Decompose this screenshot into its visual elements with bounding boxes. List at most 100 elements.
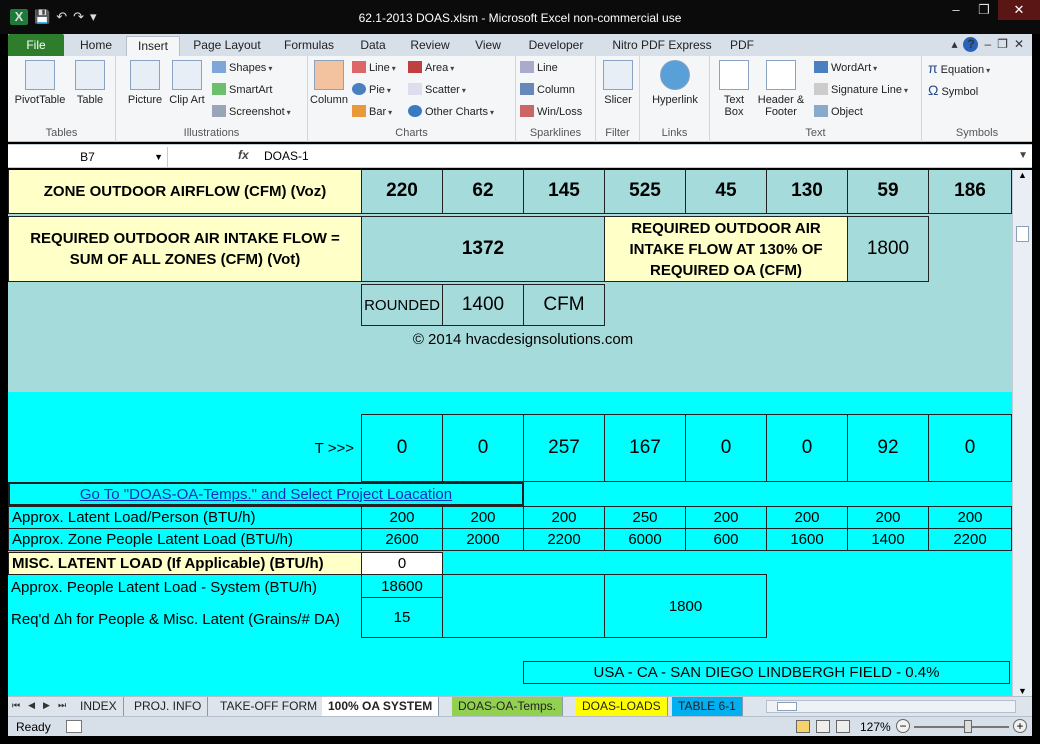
normal-view-icon[interactable] [796, 720, 810, 733]
workbook-close-icon[interactable]: ✕ [1014, 37, 1024, 52]
zone-oa-value-8[interactable]: 186 [928, 170, 1012, 214]
zone-oa-value-3[interactable]: 145 [523, 170, 605, 214]
formula-input[interactable]: DOAS-1 [264, 149, 309, 163]
pie-chart-button[interactable]: Pie ▾ [352, 80, 391, 100]
fx-icon[interactable]: fx [238, 148, 249, 162]
signature-line-button[interactable]: Signature Line ▾ [814, 80, 908, 100]
empty-box[interactable] [442, 574, 605, 638]
area-chart-button[interactable]: Area ▾ [408, 58, 454, 78]
rounded-label[interactable]: ROUNDED [361, 284, 443, 326]
t-value-6[interactable]: 0 [766, 414, 848, 482]
sheet-tab-doas-oa-temps[interactable]: DOAS-OA-Temps. [452, 697, 564, 716]
zone-people-label[interactable]: Approx. Zone People Latent Load (BTU/h) [8, 528, 362, 551]
zone-oa-value-4[interactable]: 525 [604, 170, 686, 214]
people-system-value[interactable]: 18600 [361, 574, 443, 598]
scatter-chart-button[interactable]: Scatter ▾ [408, 80, 466, 100]
zone-oa-value-1[interactable]: 220 [361, 170, 443, 214]
column-chart-button[interactable]: Column [308, 60, 350, 106]
right-box-value[interactable]: 1800 [604, 574, 767, 638]
smartart-button[interactable]: SmartArt [212, 80, 272, 100]
t-value-7[interactable]: 92 [847, 414, 929, 482]
name-box-dropdown-icon[interactable]: ▼ [154, 147, 163, 167]
scroll-down-icon[interactable]: ▼ [1018, 686, 1027, 696]
t-label[interactable]: T >>> [8, 414, 358, 482]
t-value-4[interactable]: 167 [604, 414, 686, 482]
zone-people-value-7[interactable]: 1400 [847, 528, 929, 551]
symbol-button[interactable]: Ω Symbol [928, 80, 978, 100]
zoom-out-icon[interactable]: − [896, 719, 910, 733]
scroll-up-icon[interactable]: ▲ [1018, 170, 1027, 180]
zone-oa-value-6[interactable]: 130 [766, 170, 848, 214]
required-oa-130-value[interactable]: 1800 [847, 216, 929, 282]
zoom-in-icon[interactable]: + [1013, 719, 1027, 733]
bar-chart-button[interactable]: Bar ▾ [352, 102, 392, 122]
page-break-view-icon[interactable] [836, 720, 850, 733]
tab-insert[interactable]: Insert [126, 36, 180, 56]
zoom-level[interactable]: 127% [860, 720, 891, 734]
zone-people-value-2[interactable]: 2000 [442, 528, 524, 551]
next-sheet-icon[interactable]: ▶ [43, 700, 50, 711]
macro-record-icon[interactable] [66, 720, 82, 733]
last-sheet-icon[interactable]: ⏭ [58, 700, 66, 711]
vertical-scrollbar[interactable]: ▲ ▼ [1012, 170, 1032, 696]
slicer-button[interactable]: Slicer [598, 60, 638, 106]
zone-oa-value-2[interactable]: 62 [442, 170, 524, 214]
sheet-tab-table-6-1[interactable]: TABLE 6-1 [672, 697, 743, 716]
help-icon[interactable]: ? [963, 37, 979, 52]
latent-person-value-6[interactable]: 200 [766, 506, 848, 529]
sparkline-column-button[interactable]: Column [520, 80, 575, 100]
misc-latent-input[interactable]: 0 [361, 552, 443, 575]
sheet-tab-index[interactable]: INDEX [74, 697, 124, 716]
misc-latent-label[interactable]: MISC. LATENT LOAD (If Applicable) (BTU/h… [8, 552, 362, 575]
worksheet[interactable]: ZONE OUTDOOR AIRFLOW (CFM) (Voz) 220 62 … [8, 170, 1012, 696]
tab-data[interactable]: Data [352, 36, 394, 56]
latent-person-value-4[interactable]: 250 [604, 506, 686, 529]
sparkline-line-button[interactable]: Line [520, 58, 558, 78]
reqd-dh-value[interactable]: 15 [361, 597, 443, 638]
sheet-tab-proj-info[interactable]: PROJ. INFO [128, 697, 209, 716]
t-value-3[interactable]: 257 [523, 414, 605, 482]
minimize-ribbon-icon[interactable]: ▴ [951, 37, 957, 52]
restore-icon[interactable]: ❐ [970, 0, 998, 20]
tab-review[interactable]: Review [404, 36, 456, 56]
horizontal-scrollbar[interactable] [766, 700, 1016, 713]
goto-doas-oa-temps-link[interactable]: Go To "DOAS-OA-Temps." and Select Projec… [8, 482, 524, 506]
t-value-5[interactable]: 0 [685, 414, 767, 482]
zone-people-value-5[interactable]: 600 [685, 528, 767, 551]
tab-page-layout[interactable]: Page Layout [188, 36, 266, 56]
wordart-button[interactable]: WordArt ▾ [814, 58, 877, 78]
zone-oa-value-5[interactable]: 45 [685, 170, 767, 214]
location-text[interactable]: USA - CA - SAN DIEGO LINDBERGH FIELD - 0… [523, 661, 1010, 684]
prev-sheet-icon[interactable]: ◀ [28, 700, 35, 711]
reqd-dh-label[interactable]: Req'd Δh for People & Misc. Latent (Grai… [8, 600, 362, 638]
required-oa-value[interactable]: 1372 [361, 216, 605, 282]
tab-pdf[interactable]: PDF [722, 36, 762, 56]
zone-people-value-4[interactable]: 6000 [604, 528, 686, 551]
tab-home[interactable]: Home [72, 36, 120, 56]
vertical-scroll-thumb[interactable] [1016, 226, 1029, 242]
shapes-button[interactable]: Shapes ▾ [212, 58, 272, 78]
sheet-tab-doas-loads[interactable]: DOAS-LOADS [576, 697, 668, 716]
tab-formulas[interactable]: Formulas [276, 36, 342, 56]
tab-file[interactable]: File [8, 34, 64, 56]
zone-oa-value-7[interactable]: 59 [847, 170, 929, 214]
latent-person-value-5[interactable]: 200 [685, 506, 767, 529]
sheet-tab-100-oa[interactable]: 100% OA SYSTEM [322, 697, 440, 716]
latent-person-value-7[interactable]: 200 [847, 506, 929, 529]
first-sheet-icon[interactable]: ⏮ [12, 700, 20, 711]
zone-people-value-3[interactable]: 2200 [523, 528, 605, 551]
textbox-button[interactable]: Text Box [714, 60, 754, 118]
t-value-2[interactable]: 0 [442, 414, 524, 482]
other-charts-button[interactable]: Other Charts ▾ [408, 102, 494, 122]
zone-people-value-1[interactable]: 2600 [361, 528, 443, 551]
object-button[interactable]: Object [814, 102, 863, 122]
clipart-button[interactable]: Clip Art [168, 60, 206, 106]
latent-person-value-1[interactable]: 200 [361, 506, 443, 529]
tab-developer[interactable]: Developer [520, 36, 592, 56]
people-system-label[interactable]: Approx. People Latent Load - System (BTU… [8, 575, 362, 599]
required-oa-130-label[interactable]: REQUIRED OUTDOOR AIR INTAKE FLOW AT 130%… [604, 216, 848, 282]
latent-person-value-2[interactable]: 200 [442, 506, 524, 529]
latent-person-value-3[interactable]: 200 [523, 506, 605, 529]
picture-button[interactable]: Picture [122, 60, 168, 106]
line-chart-button[interactable]: Line ▾ [352, 58, 396, 78]
